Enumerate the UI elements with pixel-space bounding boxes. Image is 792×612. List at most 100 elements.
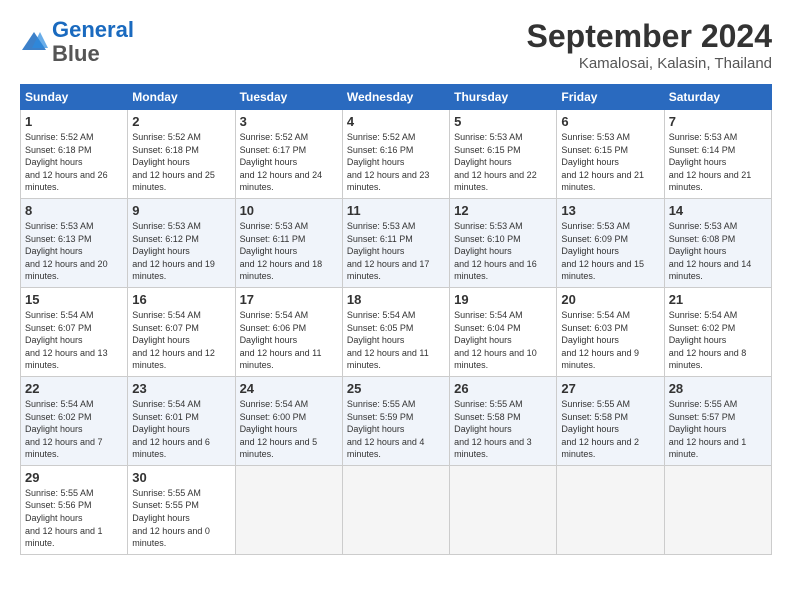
cell-info: Sunrise: 5:53 AMSunset: 6:15 PMDaylight … <box>561 132 644 192</box>
table-row: 13 Sunrise: 5:53 AMSunset: 6:09 PMDayligh… <box>557 198 664 287</box>
day-number: 23 <box>132 381 230 396</box>
col-monday: Monday <box>128 85 235 110</box>
table-row: 11 Sunrise: 5:53 AMSunset: 6:11 PMDayligh… <box>342 198 449 287</box>
table-row: 28Sunrise: 5:55 AMSunset: 5:57 PMDayligh… <box>664 376 771 465</box>
cell-info: Sunrise: 5:52 AMSunset: 6:16 PMDaylight … <box>347 132 430 192</box>
col-wednesday: Wednesday <box>342 85 449 110</box>
month-title: September 2024 <box>527 18 772 55</box>
calendar-week-row: 8 Sunrise: 5:53 AMSunset: 6:13 PMDaylight… <box>21 198 772 287</box>
header-row: Sunday Monday Tuesday Wednesday Thursday… <box>21 85 772 110</box>
header: GeneralBlue September 2024 Kamalosai, Ka… <box>20 18 772 72</box>
title-block: September 2024 Kamalosai, Kalasin, Thail… <box>527 18 772 72</box>
cell-info: Sunrise: 5:54 AMSunset: 6:07 PMDaylight … <box>25 310 108 370</box>
day-number: 12 <box>454 203 552 218</box>
table-row <box>235 465 342 554</box>
table-row: 30 Sunrise: 5:55 AMSunset: 5:55 PMDayligh… <box>128 465 235 554</box>
cell-info: Sunrise: 5:54 AMSunset: 6:02 PMDaylight … <box>669 310 747 370</box>
table-row: 23 Sunrise: 5:54 AMSunset: 6:01 PMDayligh… <box>128 376 235 465</box>
cell-info: Sunrise: 5:55 AMSunset: 5:56 PMDaylight … <box>25 488 103 548</box>
cell-info: Sunrise: 5:54 AMSunset: 6:03 PMDaylight … <box>561 310 639 370</box>
cell-info: Sunrise: 5:55 AMSunset: 5:59 PMDaylight … <box>347 399 425 459</box>
cell-info: Sunrise: 5:53 AMSunset: 6:12 PMDaylight … <box>132 221 215 281</box>
cell-info: Sunrise: 5:54 AMSunset: 6:07 PMDaylight … <box>132 310 215 370</box>
table-row: 7 Sunrise: 5:53 AMSunset: 6:14 PMDaylight… <box>664 110 771 199</box>
location-subtitle: Kamalosai, Kalasin, Thailand <box>527 55 772 72</box>
table-row <box>450 465 557 554</box>
day-number: 9 <box>132 203 230 218</box>
cell-info: Sunrise: 5:55 AMSunset: 5:58 PMDaylight … <box>454 399 532 459</box>
cell-info: Sunrise: 5:53 AMSunset: 6:11 PMDaylight … <box>240 221 323 281</box>
day-number: 1 <box>25 114 123 129</box>
cell-info: Sunrise: 5:54 AMSunset: 6:04 PMDaylight … <box>454 310 537 370</box>
day-number: 13 <box>561 203 659 218</box>
cell-info: Sunrise: 5:54 AMSunset: 6:06 PMDaylight … <box>240 310 322 370</box>
cell-info: Sunrise: 5:52 AMSunset: 6:18 PMDaylight … <box>132 132 215 192</box>
day-number: 3 <box>240 114 338 129</box>
logo-icon <box>20 28 48 56</box>
logo: GeneralBlue <box>20 18 134 66</box>
cell-info: Sunrise: 5:54 AMSunset: 6:05 PMDaylight … <box>347 310 429 370</box>
cell-info: Sunrise: 5:55 AMSunset: 5:58 PMDaylight … <box>561 399 639 459</box>
day-number: 30 <box>132 470 230 485</box>
calendar-week-row: 1 Sunrise: 5:52 AMSunset: 6:18 PMDaylight… <box>21 110 772 199</box>
day-number: 14 <box>669 203 767 218</box>
cell-info: Sunrise: 5:53 AMSunset: 6:08 PMDaylight … <box>669 221 752 281</box>
cell-info: Sunrise: 5:53 AMSunset: 6:11 PMDaylight … <box>347 221 430 281</box>
cell-info: Sunrise: 5:55 AMSunset: 5:55 PMDaylight … <box>132 488 210 548</box>
logo-text: GeneralBlue <box>52 18 134 66</box>
day-number: 6 <box>561 114 659 129</box>
day-number: 24 <box>240 381 338 396</box>
day-number: 5 <box>454 114 552 129</box>
table-row: 2 Sunrise: 5:52 AMSunset: 6:18 PMDaylight… <box>128 110 235 199</box>
table-row: 21 Sunrise: 5:54 AMSunset: 6:02 PMDayligh… <box>664 287 771 376</box>
col-friday: Friday <box>557 85 664 110</box>
cell-info: Sunrise: 5:53 AMSunset: 6:10 PMDaylight … <box>454 221 537 281</box>
table-row: 9 Sunrise: 5:53 AMSunset: 6:12 PMDaylight… <box>128 198 235 287</box>
day-number: 16 <box>132 292 230 307</box>
table-row: 1Sunrise: 5:52 AMSunset: 6:18 PMDaylight… <box>21 110 128 199</box>
day-number: 19 <box>454 292 552 307</box>
cell-info: Sunrise: 5:54 AMSunset: 6:01 PMDaylight … <box>132 399 210 459</box>
day-number: 22 <box>25 381 123 396</box>
table-row: 3 Sunrise: 5:52 AMSunset: 6:17 PMDaylight… <box>235 110 342 199</box>
table-row: 25Sunrise: 5:55 AMSunset: 5:59 PMDayligh… <box>342 376 449 465</box>
day-number: 7 <box>669 114 767 129</box>
day-number: 18 <box>347 292 445 307</box>
table-row: 6 Sunrise: 5:53 AMSunset: 6:15 PMDaylight… <box>557 110 664 199</box>
calendar-table: Sunday Monday Tuesday Wednesday Thursday… <box>20 84 772 555</box>
table-row: 10 Sunrise: 5:53 AMSunset: 6:11 PMDayligh… <box>235 198 342 287</box>
cell-info: Sunrise: 5:52 AMSunset: 6:17 PMDaylight … <box>240 132 323 192</box>
table-row: 24Sunrise: 5:54 AMSunset: 6:00 PMDayligh… <box>235 376 342 465</box>
table-row: 26Sunrise: 5:55 AMSunset: 5:58 PMDayligh… <box>450 376 557 465</box>
table-row <box>557 465 664 554</box>
table-row: 22Sunrise: 5:54 AMSunset: 6:02 PMDayligh… <box>21 376 128 465</box>
cell-info: Sunrise: 5:53 AMSunset: 6:15 PMDaylight … <box>454 132 537 192</box>
day-number: 15 <box>25 292 123 307</box>
table-row: 4 Sunrise: 5:52 AMSunset: 6:16 PMDaylight… <box>342 110 449 199</box>
table-row: 17Sunrise: 5:54 AMSunset: 6:06 PMDayligh… <box>235 287 342 376</box>
table-row: 5 Sunrise: 5:53 AMSunset: 6:15 PMDaylight… <box>450 110 557 199</box>
day-number: 29 <box>25 470 123 485</box>
day-number: 27 <box>561 381 659 396</box>
page: GeneralBlue September 2024 Kamalosai, Ka… <box>0 0 792 565</box>
col-tuesday: Tuesday <box>235 85 342 110</box>
cell-info: Sunrise: 5:53 AMSunset: 6:09 PMDaylight … <box>561 221 644 281</box>
day-number: 28 <box>669 381 767 396</box>
table-row: 20Sunrise: 5:54 AMSunset: 6:03 PMDayligh… <box>557 287 664 376</box>
day-number: 8 <box>25 203 123 218</box>
table-row: 15 Sunrise: 5:54 AMSunset: 6:07 PMDayligh… <box>21 287 128 376</box>
col-thursday: Thursday <box>450 85 557 110</box>
cell-info: Sunrise: 5:53 AMSunset: 6:13 PMDaylight … <box>25 221 108 281</box>
table-row: 12 Sunrise: 5:53 AMSunset: 6:10 PMDayligh… <box>450 198 557 287</box>
day-number: 11 <box>347 203 445 218</box>
table-row: 14 Sunrise: 5:53 AMSunset: 6:08 PMDayligh… <box>664 198 771 287</box>
calendar-week-row: 22Sunrise: 5:54 AMSunset: 6:02 PMDayligh… <box>21 376 772 465</box>
table-row <box>664 465 771 554</box>
calendar-week-row: 29 Sunrise: 5:55 AMSunset: 5:56 PMDayligh… <box>21 465 772 554</box>
cell-info: Sunrise: 5:53 AMSunset: 6:14 PMDaylight … <box>669 132 752 192</box>
day-number: 21 <box>669 292 767 307</box>
day-number: 2 <box>132 114 230 129</box>
table-row: 19 Sunrise: 5:54 AMSunset: 6:04 PMDayligh… <box>450 287 557 376</box>
day-number: 10 <box>240 203 338 218</box>
day-number: 4 <box>347 114 445 129</box>
